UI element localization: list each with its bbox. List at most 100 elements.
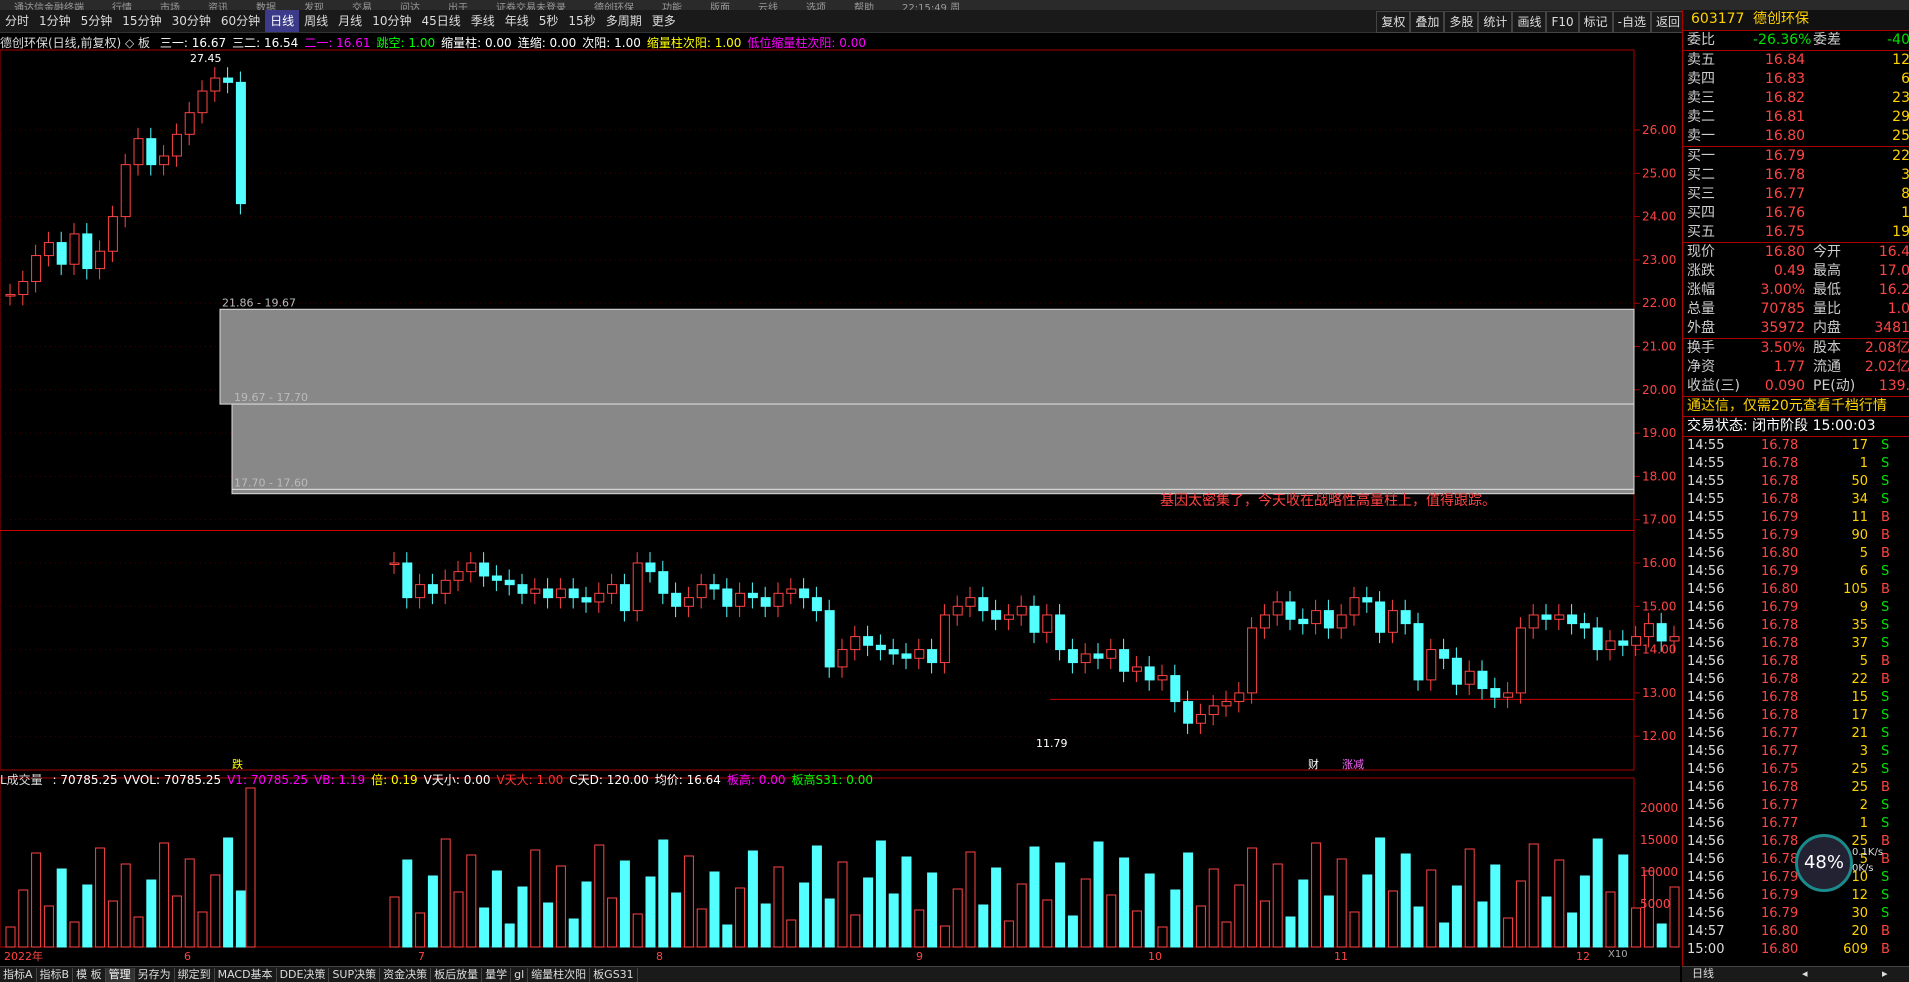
candle-body[interactable] (952, 605, 963, 616)
candle-body[interactable] (671, 592, 682, 607)
candle-body[interactable] (1093, 653, 1104, 659)
candle-body[interactable] (95, 250, 106, 270)
candle-body[interactable] (1490, 688, 1501, 698)
candle-body[interactable] (1285, 601, 1296, 620)
candle-body[interactable] (440, 579, 451, 594)
indicator-tab[interactable]: DDE决策 (277, 968, 330, 982)
candle-body[interactable] (594, 592, 605, 603)
candle-body[interactable] (760, 597, 771, 607)
candle-body[interactable] (632, 562, 643, 612)
period-tab[interactable]: 30分钟 (167, 10, 216, 32)
network-speed-gauge[interactable]: 48% (1795, 834, 1853, 892)
toolbar-button[interactable]: 标记 (1578, 11, 1613, 33)
price-zone[interactable] (231, 403, 1635, 490)
candle-body[interactable] (735, 592, 746, 607)
candle-body[interactable] (402, 562, 413, 599)
indicator-tab[interactable]: 板后放量 (431, 968, 483, 982)
candle-body[interactable] (1656, 623, 1667, 642)
candle-body[interactable] (683, 597, 694, 607)
candle-body[interactable] (1119, 649, 1130, 672)
candle-body[interactable] (1451, 657, 1462, 685)
indicator-tab[interactable]: 管理 (105, 968, 135, 982)
candle-body[interactable] (991, 610, 1002, 620)
candle-body[interactable] (1080, 653, 1091, 664)
candle-body[interactable] (773, 592, 784, 607)
period-tab[interactable]: 45日线 (416, 10, 465, 32)
candle-body[interactable] (1592, 627, 1603, 651)
candle-body[interactable] (1503, 692, 1514, 698)
candle-body[interactable] (1464, 670, 1475, 685)
scroll-right-icon[interactable]: ▸ (1882, 967, 1888, 981)
indicator-tab[interactable]: 缩量柱次阳 (528, 968, 591, 982)
candle-body[interactable] (888, 649, 899, 655)
candle-body[interactable] (389, 562, 400, 565)
candle-body[interactable] (1362, 597, 1373, 603)
candle-body[interactable] (1477, 670, 1488, 690)
candle-body[interactable] (939, 614, 950, 664)
toolbar-button[interactable]: 统计 (1478, 11, 1513, 33)
candle-body[interactable] (914, 649, 925, 659)
candle-body[interactable] (619, 584, 630, 612)
toolbar-button[interactable]: 画线 (1512, 11, 1547, 33)
candle-body[interactable] (1067, 649, 1078, 664)
toolbar-button[interactable]: 返回 (1650, 11, 1685, 33)
period-tab[interactable]: 1分钟 (34, 10, 76, 32)
ad-row[interactable]: 通达信，仅需20元查看千档行情 (1683, 396, 1909, 416)
candle-body[interactable] (1195, 714, 1206, 724)
candle-body[interactable] (978, 597, 989, 612)
candle-body[interactable] (1400, 610, 1411, 625)
price-zone[interactable] (219, 308, 1635, 405)
indicator-tab[interactable]: 指标A (0, 968, 37, 982)
candle-body[interactable] (645, 562, 656, 573)
candle-body[interactable] (1528, 614, 1539, 629)
indicator-tab[interactable]: 板GS31 (590, 968, 638, 982)
candle-body[interactable] (1515, 627, 1526, 694)
toolbar-button[interactable]: 叠加 (1410, 11, 1445, 33)
candle-body[interactable] (1042, 614, 1053, 633)
candle-body[interactable] (965, 597, 976, 607)
candle-body[interactable] (927, 649, 938, 664)
candle-body[interactable] (1323, 610, 1334, 629)
toolbar-button[interactable]: 多股 (1444, 11, 1479, 33)
candle-body[interactable] (1183, 701, 1194, 724)
indicator-tab[interactable]: 量学 (482, 968, 512, 982)
candle-body[interactable] (43, 242, 54, 257)
candle-body[interactable] (1157, 675, 1168, 681)
candle-body[interactable] (453, 571, 464, 581)
ad-text[interactable]: 通达信，仅需20元查看千档行情 (1687, 397, 1887, 416)
event-marker[interactable]: 财 (1308, 757, 1319, 771)
candle-body[interactable] (427, 584, 438, 594)
candle-body[interactable] (607, 584, 618, 594)
candle-body[interactable] (850, 636, 861, 651)
candle-body[interactable] (1247, 627, 1258, 694)
period-tab[interactable]: 60分钟 (216, 10, 265, 32)
candle-body[interactable] (901, 653, 912, 659)
candle-body[interactable] (1298, 618, 1309, 625)
candle-body[interactable] (1106, 649, 1117, 659)
indicator-tab[interactable]: MACD基本 (215, 968, 277, 982)
indicator-tab[interactable]: 另存为 (135, 968, 175, 982)
candle-body[interactable] (210, 77, 221, 92)
candle-body[interactable] (837, 649, 848, 668)
candle-body[interactable] (107, 216, 118, 252)
candle-body[interactable] (799, 588, 810, 599)
toolbar-button[interactable]: -自选 (1612, 11, 1651, 33)
candle-body[interactable] (824, 610, 835, 668)
candle-body[interactable] (1567, 614, 1578, 625)
indicator-tab[interactable]: 资金决策 (380, 968, 432, 982)
candle-body[interactable] (1029, 605, 1040, 633)
candle-body[interactable] (543, 588, 554, 599)
toolbar-button[interactable]: F10 (1546, 11, 1579, 33)
period-tab[interactable]: 年线 (500, 10, 534, 32)
candle-body[interactable] (658, 571, 669, 594)
candle-body[interactable] (1618, 640, 1629, 646)
candle-body[interactable] (56, 242, 67, 265)
candle-body[interactable] (696, 584, 707, 599)
candle-body[interactable] (18, 281, 29, 296)
candle-body[interactable] (568, 588, 579, 599)
candle-body[interactable] (159, 155, 170, 166)
candle-body[interactable] (133, 138, 144, 166)
event-marker[interactable]: 跌 (232, 757, 243, 771)
candle-body[interactable] (223, 77, 234, 83)
candle-body[interactable] (31, 255, 42, 283)
